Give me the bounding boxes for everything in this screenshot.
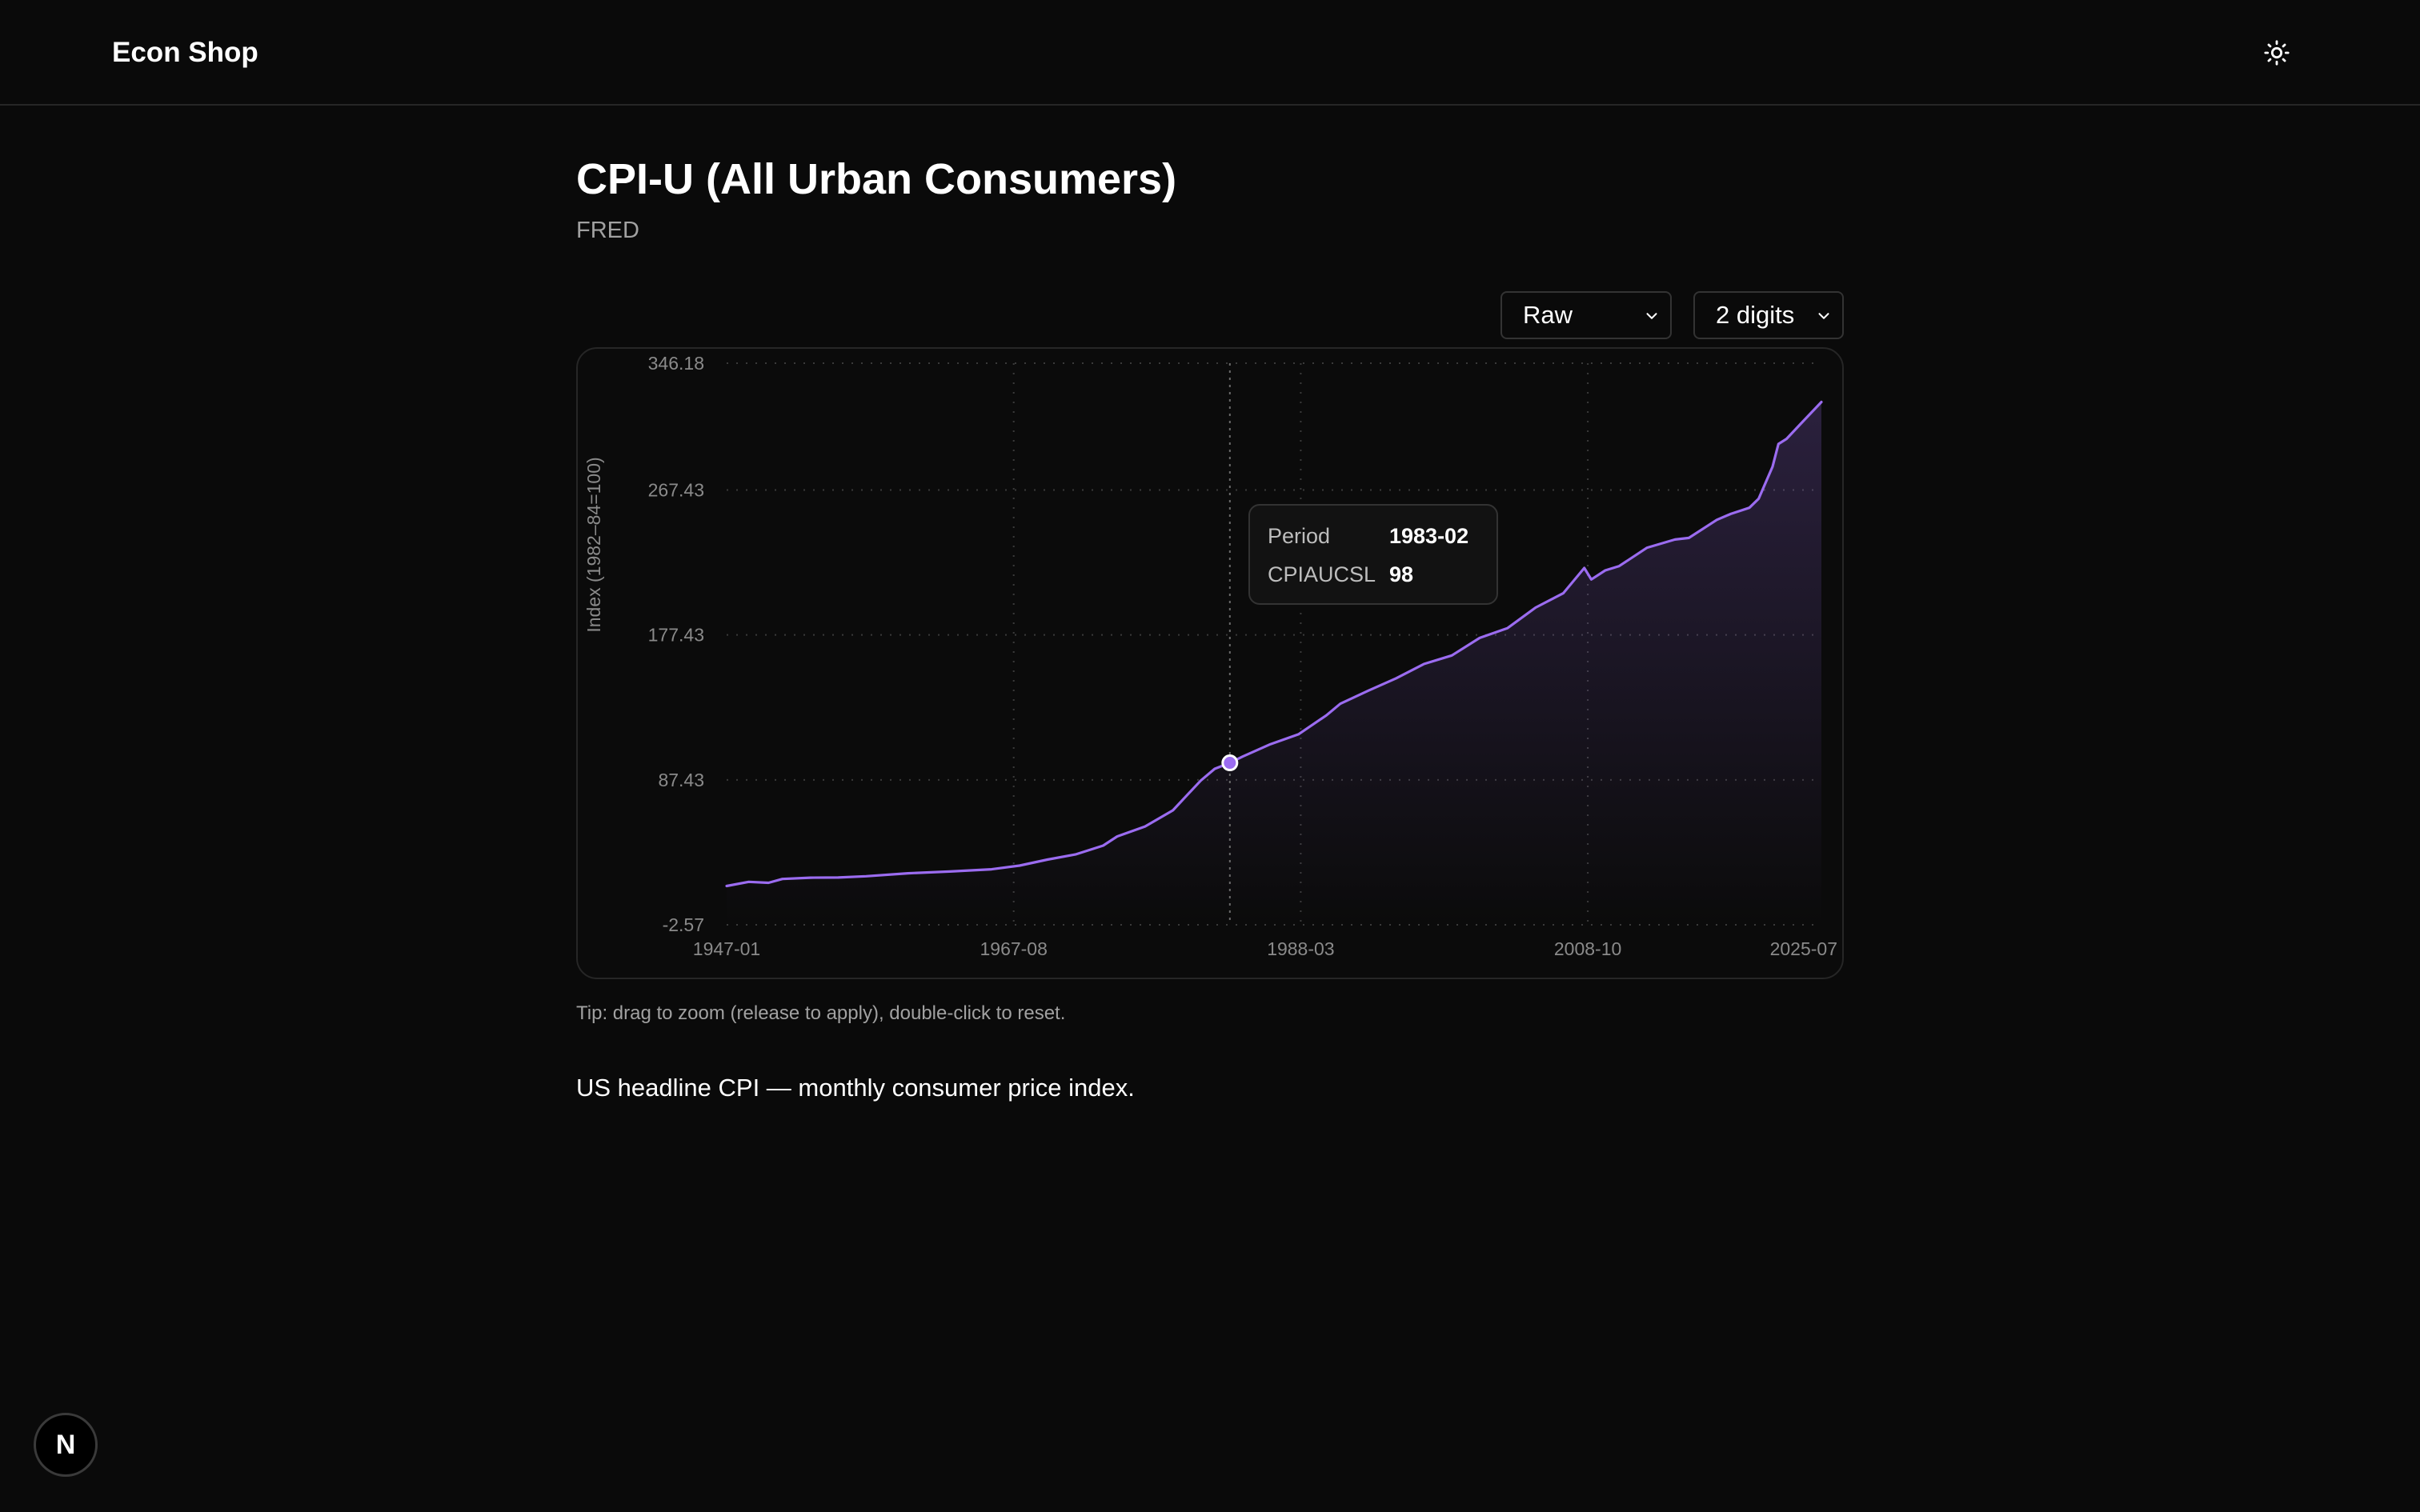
y-tick-label: 346.18 [648, 353, 704, 374]
page-title: CPI-U (All Urban Consumers) [576, 155, 1177, 203]
y-tick-label: -2.57 [663, 914, 704, 935]
tooltip-series-value: 98 [1389, 562, 1414, 586]
nextjs-dev-badge[interactable]: N [34, 1413, 98, 1477]
source-label: FRED [576, 218, 639, 243]
y-tick-label: 267.43 [648, 480, 704, 501]
sun-icon [2264, 40, 2290, 66]
x-tick-label: 1967-08 [980, 938, 1047, 959]
chevron-down-icon [1646, 313, 1657, 319]
zoom-tip-text: Tip: drag to zoom (release to apply), do… [576, 1002, 1066, 1024]
series-area [727, 402, 1821, 925]
x-tick-label: 1947-01 [693, 938, 760, 959]
brand-logo-text[interactable]: Econ Shop [112, 32, 258, 74]
digits-select[interactable]: 2 digits [1693, 291, 1844, 339]
cpi-line-chart[interactable]: 346.18 267.43 177.43 87.43 -2.57 1947-01 1967-… [578, 349, 1842, 978]
series-description: US headline CPI — monthly consumer price… [576, 1074, 1135, 1102]
x-tick-label: 2008-10 [1554, 938, 1621, 959]
transform-select[interactable]: Raw [1500, 291, 1672, 339]
chart-card[interactable]: 346.18 267.43 177.43 87.43 -2.57 1947-01 1967-… [576, 347, 1844, 979]
chevron-down-icon [1818, 313, 1829, 319]
y-tick-label: 177.43 [648, 625, 704, 646]
chart-tooltip: Period 1983-02 CPIAUCSL 98 [1248, 504, 1498, 605]
digits-select-value: 2 digits [1716, 301, 1795, 329]
x-tick-label: 1988-03 [1267, 938, 1334, 959]
hover-point [1221, 754, 1239, 772]
y-axis-label: Index (1982–84=100) [583, 457, 604, 632]
theme-toggle-button[interactable] [2257, 35, 2297, 70]
tooltip-period-row: Period 1983-02 [1268, 520, 1468, 552]
tooltip-value-row: CPIAUCSL 98 [1268, 558, 1413, 590]
nextjs-logo-icon: N [55, 1429, 76, 1460]
x-tick-label: 2025-07 [1770, 938, 1837, 959]
tooltip-series-label: CPIAUCSL [1268, 562, 1376, 586]
top-navbar: Econ Shop [0, 0, 2420, 106]
transform-select-value: Raw [1523, 301, 1573, 329]
y-tick-label: 87.43 [658, 770, 704, 790]
tooltip-period-value: 1983-02 [1389, 524, 1469, 548]
tooltip-period-label: Period [1268, 524, 1331, 548]
